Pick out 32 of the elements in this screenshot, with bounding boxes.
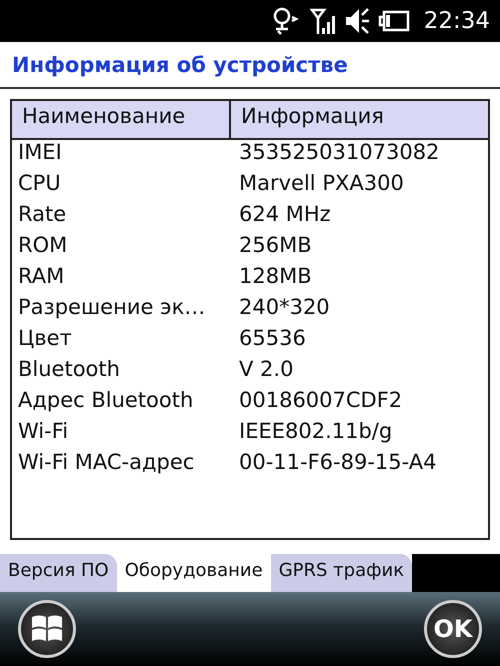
table-cell: Адрес Bluetooth (18, 388, 194, 412)
table-cell: 624 MHz (239, 202, 331, 226)
table-cell: Rate (18, 202, 66, 226)
signal-icon[interactable] (310, 7, 336, 35)
table-cell: Bluetooth (18, 357, 120, 381)
table-cell: 00-11-F6-89-15-A4 (239, 450, 436, 474)
page-title: Информация об устройстве (12, 52, 348, 76)
table-cell: Wi-Fi (18, 419, 68, 443)
table-cell: CPU (18, 171, 61, 195)
table-cell: 00186007CDF2 (239, 388, 402, 412)
table-cell: Разрешение эк… (18, 295, 206, 319)
column-header[interactable]: Информация (231, 101, 488, 138)
table-cell: Цвет (18, 326, 72, 350)
table-cell: ROM (18, 233, 68, 257)
ok-button[interactable]: OK (424, 600, 482, 658)
speaker-icon[interactable] (344, 7, 370, 35)
table-cell: Wi-Fi MAC-адрес (18, 450, 194, 474)
table-cell: Marvell PXA300 (239, 171, 404, 195)
clock[interactable]: 22:34 (424, 8, 490, 34)
table-cell: 240*320 (239, 295, 330, 319)
tab[interactable]: GPRS трафик (270, 554, 412, 592)
tab[interactable]: Версия ПО (0, 554, 117, 592)
table-cell: 128MB (239, 264, 312, 288)
table-cell: 256MB (239, 233, 312, 257)
column-header[interactable]: Наименование (12, 101, 231, 138)
table-cell: 353525031073082 (239, 140, 440, 164)
table-cell: 65536 (239, 326, 306, 350)
table-cell: IMEI (18, 140, 62, 164)
battery-icon[interactable] (378, 10, 410, 32)
table-cell: RAM (18, 264, 64, 288)
table-cell: V 2.0 (239, 357, 294, 381)
table-cell: IEEE802.11b/g (239, 419, 392, 443)
